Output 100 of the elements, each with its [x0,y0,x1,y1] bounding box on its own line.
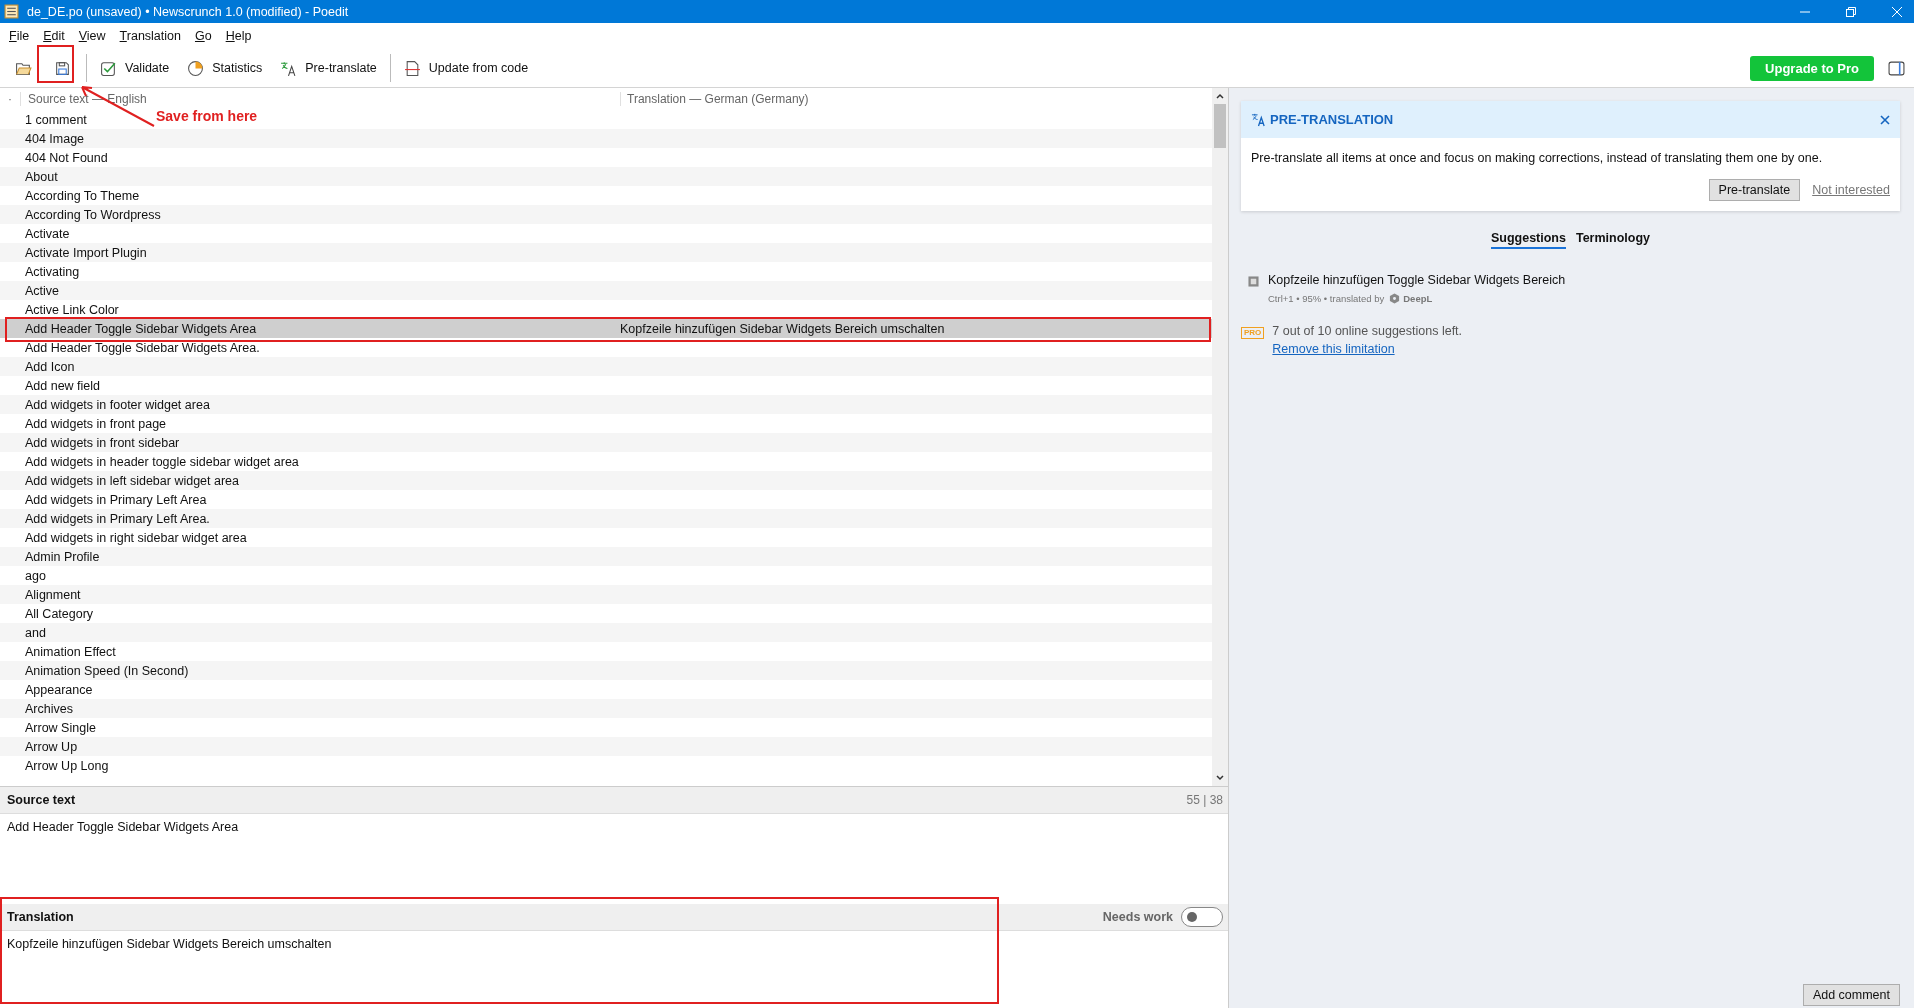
menu-item[interactable]: View [78,29,106,49]
source-cell: 404 Image [25,131,85,146]
scrollbar[interactable] [1212,88,1228,786]
menu-item[interactable]: Translation [119,29,181,49]
card-title: PRE-TRANSLATION [1270,112,1394,127]
tab[interactable]: Terminology [1575,231,1651,249]
source-cell: Add Icon [25,359,75,374]
toolbar-button[interactable]: Statistics [178,55,272,81]
needs-work-toggle[interactable] [1181,907,1223,927]
source-cell: Active [25,283,60,298]
pro-badge: PRO [1241,327,1265,339]
scroll-up-icon[interactable] [1215,91,1225,101]
source-cell: Activate Import Plugin [25,245,147,260]
list-row[interactable]: and [0,623,1212,642]
list-row[interactable]: Add widgets in left sidebar widget area [0,471,1212,490]
source-cell[interactable]: Add widgets in header toggle sidebar widget area [25,454,299,469]
source-cell: Alignment [25,587,81,602]
checkmark-icon [100,59,117,77]
list-row[interactable]: Add Header Toggle Sidebar Widgets Area Kopfzeile hinzufügen Sidebar Widgets Bereich umschalten [0,319,1212,338]
source-cell[interactable]: Arrow Up Long [25,758,109,773]
add-comment-button[interactable]: Add comment [1802,984,1900,1006]
list-row[interactable]: Admin Profile [0,547,1212,566]
provider-logo-icon [1389,293,1401,304]
column-header[interactable]: Source text — English [21,92,621,106]
toolbar-button[interactable]: Validate [91,55,179,81]
source-cell[interactable]: Animation Effect [25,644,116,659]
source-cell[interactable]: Add Header Toggle Sidebar Widgets Area. [25,340,260,355]
annotation-box [37,45,74,83]
list-row[interactable]: Add widgets in Primary Left Area. [0,509,1212,528]
scroll-down-icon[interactable] [1215,773,1225,783]
source-cell[interactable]: Add widgets in right sidebar widget area [25,530,247,545]
menu-item[interactable]: Edit [43,29,65,49]
sidebar-toggle-icon[interactable] [1888,59,1905,77]
list-row[interactable]: Animation Speed (In Second) [0,661,1212,680]
toolbar-button[interactable]: Pre-translate [271,55,386,81]
annotation-label: Save from here [156,108,258,124]
save-icon [54,59,71,77]
suggestion-icon [1248,276,1259,287]
source-cell: Add widgets in front sidebar [25,435,180,450]
scroll-thumb[interactable] [1214,104,1226,148]
app-icon [4,4,19,19]
source-cell[interactable]: Add new field [25,378,101,393]
column-header: · [0,92,21,106]
list-row[interactable]: Active [0,281,1212,300]
source-cell: About [25,169,58,184]
source-cell: Add widgets in left sidebar widget area [25,473,239,488]
list-row[interactable]: Add Icon [0,357,1212,376]
pretranslate-button[interactable]: Pre-translate [1708,179,1801,201]
suggestion-text[interactable]: Kopfzeile hinzufügen Toggle Sidebar Widgets Bereich [1268,273,1566,287]
source-cell[interactable]: Activate [25,226,70,241]
source-cell: Add widgets in Primary Left Area. [25,511,210,526]
list-row[interactable]: 404 Image [0,129,1212,148]
source-cell: and [25,625,46,640]
list-row[interactable]: Archives [0,699,1212,718]
tab[interactable]: Suggestions [1490,231,1566,249]
source-cell[interactable]: Add widgets in front page [25,416,167,431]
window-title: de_DE.po (unsaved) • Newscrunch 1.0 (modified) - Poedit [27,4,349,19]
list-row[interactable]: According To Wordpress [0,205,1212,224]
menu-item[interactable]: Help [225,29,252,49]
not-interested-link[interactable]: Not interested [1812,183,1890,197]
counter: 55 | 38 [1186,793,1223,807]
source-cell[interactable]: According To Theme [25,188,140,203]
source-cell[interactable]: 1 comment [25,112,87,127]
source-cell: Archives [25,701,73,716]
section-title: Source text [7,793,76,807]
source-cell[interactable]: Arrow Single [25,720,96,735]
translate-icon [1251,112,1266,127]
translate-icon [280,59,298,77]
source-cell: Arrow Up [25,739,78,754]
list-row[interactable]: About [0,167,1212,186]
pie-chart-icon [187,59,205,77]
document-icon [403,59,421,77]
source-cell[interactable]: All Category [25,606,94,621]
source-cell: Add widgets in footer widget area [25,397,210,412]
menu-item[interactable]: Go [194,29,212,49]
source-cell: Admin Profile [25,549,100,564]
source-cell[interactable]: Appearance [25,682,93,697]
source-cell[interactable]: 404 Not Found [25,150,108,165]
list-row[interactable]: Activate Import Plugin [0,243,1212,262]
source-cell: Add Header Toggle Sidebar Widgets Area [25,321,257,336]
translation-cell: Kopfzeile hinzufügen Sidebar Widgets Bereich umschalten [620,321,945,336]
list-row[interactable]: Add widgets in footer widget area [0,395,1212,414]
source-text: Add Header Toggle Sidebar Widgets Area [7,820,239,834]
needs-work-label: Needs work [1102,910,1173,924]
source-cell[interactable]: Activating [25,264,80,279]
close-icon[interactable] [1880,114,1890,125]
menu-item[interactable]: File [9,29,30,49]
section-title: Translation [7,910,74,924]
remove-limitation-link[interactable]: Remove this limitation [1272,342,1463,356]
restore-icon[interactable] [1846,6,1856,17]
list-row[interactable]: Add widgets in front sidebar [0,433,1212,452]
translation-field[interactable]: Kopfzeile hinzufügen Sidebar Widgets Bereich umschalten [0,931,1228,1008]
list-row[interactable]: Arrow Up [0,737,1212,756]
limit-text: 7 out of 10 online suggestions left. [1272,324,1463,338]
toolbar-button[interactable]: Update from code [394,55,538,81]
source-cell[interactable]: Active Link Color [25,302,119,317]
column-header[interactable]: Translation — German (Germany) [621,92,809,106]
source-cell[interactable]: ago [25,568,46,583]
list-row[interactable]: Alignment [0,585,1212,604]
source-cell[interactable]: Add widgets in Primary Left Area [25,492,207,507]
